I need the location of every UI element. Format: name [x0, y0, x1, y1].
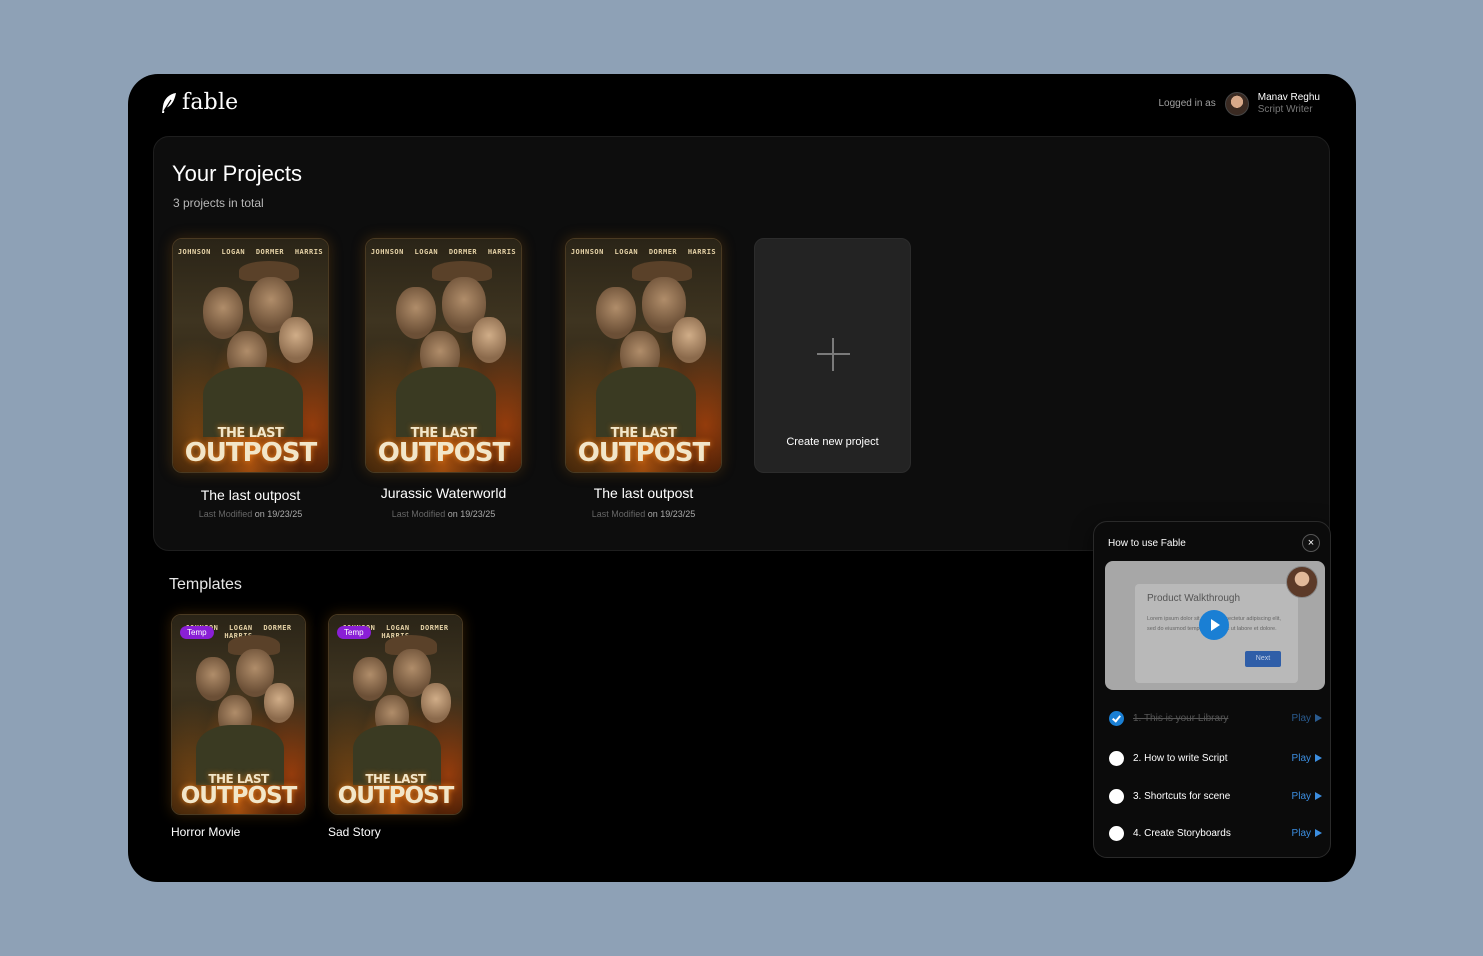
radio-icon [1109, 788, 1124, 804]
poster-cast: JOHNSON LOGAN DORMER HARRIS [570, 248, 717, 256]
onboarding-step[interactable]: 1. This is your Library Play [1109, 710, 1322, 726]
step-play-button[interactable]: Play [1292, 791, 1322, 802]
project-card[interactable]: JOHNSON LOGAN DORMER HARRIS THE LAST OUT… [172, 238, 329, 519]
logged-in-label: Logged in as [1158, 98, 1216, 109]
step-label: 4. Create Storyboards [1133, 827, 1231, 839]
template-name: Horror Movie [171, 825, 241, 839]
project-modified: Last Modified on 19/23/25 [591, 509, 696, 519]
feather-icon [162, 92, 176, 113]
project-poster[interactable]: JOHNSON LOGAN DORMER HARRIS THE LAST OUT… [172, 238, 329, 473]
play-icon[interactable] [1199, 610, 1229, 640]
radio-icon [1109, 750, 1124, 766]
play-icon [1315, 714, 1322, 722]
template-card[interactable]: JOHNSON LOGAN DORMER HARRIS THE LAST OUT… [171, 614, 306, 839]
check-icon [1109, 710, 1124, 726]
project-card[interactable]: JOHNSON LOGAN DORMER HARRIS THE LAST OUT… [365, 238, 522, 519]
app-window: fable Logged in as Manav Reghu Script Wr… [128, 74, 1356, 882]
step-label: 1. This is your Library [1133, 712, 1229, 724]
poster-title: THE LAST OUTPOST [180, 772, 298, 809]
onboarding-panel: How to use Fable × Product Walkthrough L… [1093, 521, 1331, 858]
templates-title: Templates [169, 576, 242, 593]
project-name: The last outpost [593, 485, 694, 501]
poster-title: THE LAST OUTPOST [577, 426, 711, 468]
step-label: 2. How to write Script [1133, 752, 1228, 764]
template-card[interactable]: JOHNSON LOGAN DORMER HARRIS THE LAST OUT… [328, 614, 463, 839]
template-badge: Temp [337, 626, 371, 639]
project-poster[interactable]: JOHNSON LOGAN DORMER HARRIS THE LAST OUT… [565, 238, 722, 473]
close-icon[interactable]: × [1302, 534, 1320, 552]
step-play-button[interactable]: Play [1292, 828, 1322, 839]
create-project-label: Create new project [786, 436, 879, 448]
poster-cast: JOHNSON LOGAN DORMER HARRIS [370, 248, 517, 256]
project-name: The last outpost [200, 487, 301, 503]
template-poster[interactable]: JOHNSON LOGAN DORMER HARRIS THE LAST OUT… [171, 614, 306, 815]
create-project-button[interactable]: Create new project [754, 238, 911, 473]
video-next-button: Next [1245, 651, 1281, 667]
page-title: Your Projects [172, 161, 303, 186]
plus-icon [817, 338, 850, 371]
app-logo[interactable]: fable [160, 90, 238, 115]
app-name: fable [182, 90, 239, 115]
onboarding-step[interactable]: 3. Shortcuts for scene Play [1109, 788, 1322, 804]
presenter-avatar [1286, 566, 1318, 598]
projects-count: 3 projects in total [173, 196, 264, 210]
poster-cast: JOHNSON LOGAN DORMER HARRIS [177, 248, 324, 256]
template-badge: Temp [180, 626, 214, 639]
step-play-button[interactable]: Play [1292, 753, 1322, 764]
video-title: Product Walkthrough [1147, 593, 1241, 604]
radio-icon [1109, 825, 1124, 841]
project-modified: Last Modified on 19/23/25 [391, 509, 496, 519]
step-play-button[interactable]: Play [1292, 713, 1322, 724]
play-icon [1315, 829, 1322, 837]
poster-title: THE LAST OUTPOST [337, 772, 455, 809]
step-label: 3. Shortcuts for scene [1133, 790, 1231, 802]
onboarding-title: How to use Fable [1108, 538, 1186, 549]
onboarding-step[interactable]: 4. Create Storyboards Play [1109, 825, 1322, 841]
poster-title: THE LAST OUTPOST [377, 426, 511, 468]
onboarding-step[interactable]: 2. How to write Script Play [1109, 750, 1322, 766]
user-info[interactable]: Logged in as Manav Reghu Script Writer [1158, 91, 1320, 116]
user-name: Manav Reghu [1257, 92, 1320, 103]
project-name: Jurassic Waterworld [380, 485, 507, 501]
walkthrough-video[interactable]: Product Walkthrough Lorem ipsum dolor si… [1105, 561, 1325, 690]
template-name: Sad Story [328, 825, 381, 839]
play-icon [1315, 754, 1322, 762]
projects-panel: Your Projects 3 projects in total JOHNSO… [153, 136, 1330, 551]
play-icon [1315, 792, 1322, 800]
project-modified: Last Modified on 19/23/25 [198, 509, 303, 519]
avatar[interactable] [1224, 91, 1249, 116]
project-card[interactable]: JOHNSON LOGAN DORMER HARRIS THE LAST OUT… [565, 238, 722, 519]
template-poster[interactable]: JOHNSON LOGAN DORMER HARRIS THE LAST OUT… [328, 614, 463, 815]
poster-title: THE LAST OUTPOST [184, 426, 318, 468]
user-role: Script Writer [1257, 104, 1313, 115]
project-poster[interactable]: JOHNSON LOGAN DORMER HARRIS THE LAST OUT… [365, 238, 522, 473]
